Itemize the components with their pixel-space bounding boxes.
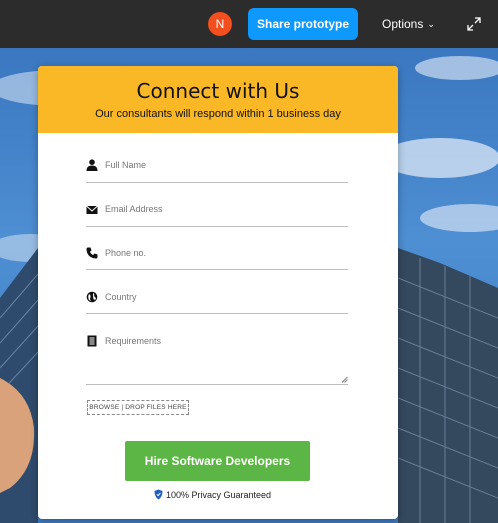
file-upload-dropzone[interactable]: BROWSE | DROP FILES HERE: [87, 400, 189, 415]
requirements-textarea[interactable]: Requirements: [86, 333, 348, 385]
privacy-label: 100% Privacy Guaranteed: [166, 490, 272, 500]
prototype-toolbar: N Share prototype Options ⌄: [0, 0, 498, 48]
expand-icon[interactable]: [466, 16, 482, 32]
country-field[interactable]: Country: [86, 289, 348, 314]
phone-placeholder: Phone no.: [105, 248, 147, 258]
form-title: Connect with Us: [136, 79, 300, 103]
phone-field[interactable]: Phone no.: [86, 246, 348, 270]
globe-icon: [86, 291, 98, 303]
options-menu[interactable]: Options ⌄: [382, 16, 435, 32]
envelope-icon: [86, 205, 98, 214]
share-prototype-button[interactable]: Share prototype: [248, 8, 358, 40]
phone-icon: [86, 247, 98, 259]
requirements-placeholder: Requirements: [105, 336, 162, 346]
user-icon: [86, 159, 98, 171]
privacy-note: 100% Privacy Guaranteed: [154, 489, 271, 500]
full-name-field[interactable]: Full Name: [86, 158, 348, 183]
options-label: Options: [382, 17, 424, 31]
hire-developers-button[interactable]: Hire Software Developers: [125, 441, 310, 481]
document-icon: [87, 335, 97, 347]
resize-handle-icon[interactable]: [341, 376, 348, 383]
form-header: Connect with Us Our consultants will res…: [38, 66, 398, 133]
country-placeholder: Country: [105, 292, 137, 302]
contact-form-card: Connect with Us Our consultants will res…: [38, 66, 398, 519]
chevron-down-icon: ⌄: [427, 19, 435, 29]
email-placeholder: Email Address: [105, 204, 163, 214]
form-subtitle: Our consultants will respond within 1 bu…: [95, 108, 341, 120]
user-avatar[interactable]: N: [208, 12, 232, 36]
shield-icon: [154, 489, 163, 500]
full-name-placeholder: Full Name: [105, 160, 147, 170]
email-field[interactable]: Email Address: [86, 202, 348, 227]
